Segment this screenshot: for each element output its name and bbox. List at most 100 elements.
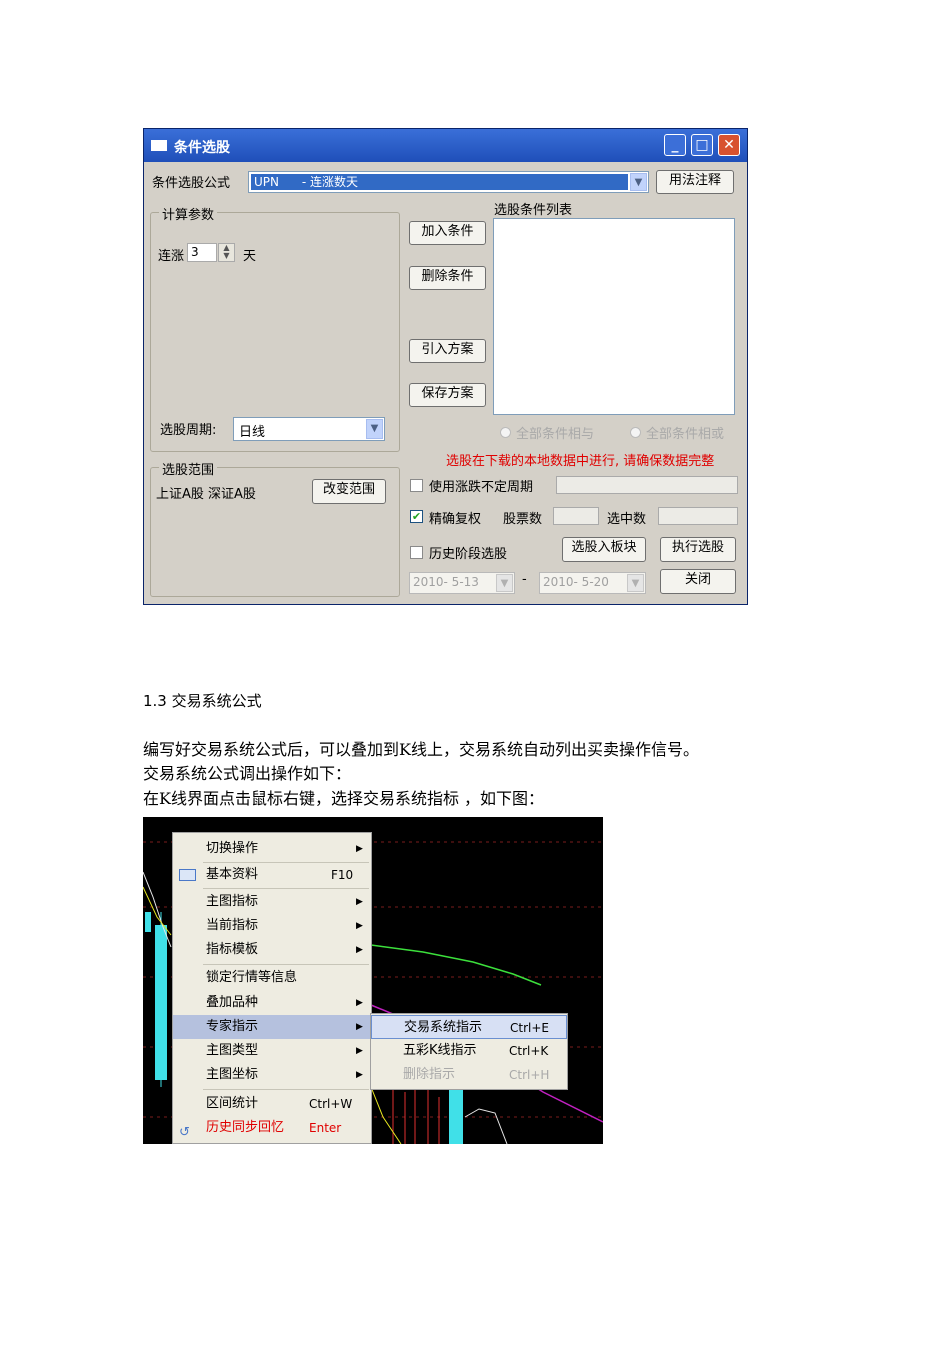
submenu-item-trading-system[interactable]: 交易系统指示 Ctrl+E (371, 1015, 567, 1039)
menu-item-indicator-template[interactable]: 指标模板 ▶ (173, 938, 371, 962)
menu-item-overlay[interactable]: 叠加品种 ▶ (173, 991, 371, 1015)
menu-item-label: 区间统计 (206, 1096, 259, 1111)
period-checkbox-label: 使用涨跌不定周期 (429, 480, 534, 495)
submenu-item-shortcut: Ctrl+H (509, 1068, 550, 1082)
execute-select-button[interactable]: 执行选股 (660, 537, 736, 562)
period-checkbox[interactable] (410, 479, 423, 492)
menu-separator (203, 1089, 369, 1090)
menu-item-label: 主图类型 (206, 1043, 259, 1058)
info-table-icon (179, 869, 196, 881)
stock-count-field (553, 507, 599, 525)
history-checkbox[interactable] (410, 546, 423, 559)
chevron-right-icon: ▶ (356, 998, 363, 1008)
period-select[interactable]: 日线 ▼ (233, 417, 385, 441)
radio-or[interactable] (630, 427, 641, 438)
menu-item-current-indicator[interactable]: 当前指标 ▶ (173, 914, 371, 938)
close-icon: ✕ (723, 137, 735, 153)
menu-item-label: 指标模板 (206, 942, 259, 957)
date-from-value: 2010- 5-13 (413, 575, 479, 589)
section-heading: 1.3 交易系统公式 (143, 692, 262, 710)
menu-item-shortcut: Enter (309, 1121, 342, 1135)
menu-item-shortcut: Ctrl+W (309, 1097, 353, 1111)
menu-item-main-indicator[interactable]: 主图指标 ▶ (173, 890, 371, 914)
maximize-button[interactable]: □ (691, 134, 713, 156)
submenu-item-color-kline[interactable]: 五彩K线指示 Ctrl+K (371, 1039, 567, 1063)
menu-separator (203, 964, 369, 965)
menu-item-label: 历史同步回忆 (206, 1120, 285, 1135)
usage-notes-button[interactable]: 用法注释 (656, 170, 734, 194)
menu-item-shortcut: F10 (331, 868, 354, 882)
radio-or-label: 全部条件相或 (646, 427, 725, 442)
history-recall-icon: ↺ (179, 1125, 190, 1140)
condition-select-window: 条件选股 _ □ ✕ 条件选股公式 UPN - 连涨数天 ▼ 用法注释 计算参数… (143, 128, 748, 605)
period-field[interactable] (556, 476, 738, 494)
menu-item-label: 叠加品种 (206, 995, 259, 1010)
menu-item-label: 切换操作 (206, 841, 259, 856)
param-unit: 天 (243, 249, 257, 264)
context-menu: 切换操作 ▶ 基本资料 F10 主图指标 ▶ 当前指标 ▶ 指标模板 ▶ 锁定行… (172, 832, 372, 1144)
chevron-down-icon[interactable]: ▼ (496, 574, 513, 592)
date-to-value: 2010- 5-20 (543, 575, 609, 589)
history-checkbox-label: 历史阶段选股 (429, 547, 508, 562)
params-group-title: 计算参数 (159, 204, 218, 223)
submenu-item-shortcut: Ctrl+K (509, 1044, 549, 1058)
to-block-button[interactable]: 选股入板块 (562, 537, 646, 562)
minimize-button[interactable]: _ (664, 134, 686, 156)
add-condition-button[interactable]: 加入条件 (409, 221, 486, 245)
date-separator: - (522, 572, 527, 587)
menu-item-lock-info[interactable]: 锁定行情等信息 (173, 966, 371, 990)
chevron-right-icon: ▶ (356, 897, 363, 907)
date-to[interactable]: 2010- 5-20 ▼ (539, 572, 646, 594)
chevron-right-icon: ▶ (356, 1022, 363, 1032)
param-spinner[interactable]: ▲ ▼ (218, 243, 235, 262)
paragraph-3: 在K线界面点击鼠标右键，选择交易系统指标 ，如下图： (143, 789, 545, 808)
delete-condition-button[interactable]: 删除条件 (409, 266, 486, 290)
chevron-down-icon[interactable]: ▼ (630, 173, 647, 191)
condition-list[interactable] (493, 218, 735, 415)
chevron-right-icon: ▶ (356, 1046, 363, 1056)
menu-item-axis[interactable]: 主图坐标 ▶ (173, 1063, 371, 1087)
submenu-item-label: 交易系统指示 (404, 1020, 483, 1035)
window-icon (151, 140, 167, 151)
formula-value: UPN - 连涨数天 (251, 174, 628, 190)
menu-item-expert[interactable]: 专家指示 ▶ (173, 1015, 371, 1039)
range-group-title: 选股范围 (159, 459, 218, 478)
chevron-down-icon[interactable]: ▼ (627, 574, 644, 592)
menu-separator (203, 888, 369, 889)
selected-count-field (658, 507, 738, 525)
menu-item-chart-type[interactable]: 主图类型 ▶ (173, 1039, 371, 1063)
window-title: 条件选股 (174, 140, 230, 156)
chevron-down-icon[interactable]: ▼ (366, 419, 383, 439)
menu-item-switch[interactable]: 切换操作 ▶ (173, 837, 371, 861)
radio-and[interactable] (500, 427, 511, 438)
range-value: 上证A股 深证A股 (156, 487, 256, 502)
param-label: 连涨 (158, 249, 185, 264)
formula-label: 条件选股公式 (152, 176, 231, 191)
submenu-item-label: 五彩K线指示 (403, 1043, 477, 1058)
menu-item-basic-info[interactable]: 基本资料 F10 (173, 863, 371, 887)
menu-item-label: 锁定行情等信息 (206, 970, 298, 985)
date-from[interactable]: 2010- 5-13 ▼ (409, 572, 515, 594)
period-label: 选股周期: (160, 423, 217, 438)
formula-select[interactable]: UPN - 连涨数天 ▼ (248, 171, 649, 193)
menu-item-range-stats[interactable]: 区间统计 Ctrl+W (173, 1092, 371, 1116)
adjust-checkbox[interactable]: ✔ (410, 510, 423, 523)
submenu-item-delete[interactable]: 删除指示 Ctrl+H (371, 1063, 567, 1087)
submenu-item-shortcut: Ctrl+E (510, 1021, 549, 1035)
close-button[interactable]: 关闭 (660, 569, 736, 594)
change-range-button[interactable]: 改变范围 (312, 479, 386, 504)
selected-count-label: 选中数 (607, 512, 647, 527)
maximize-icon: □ (695, 137, 709, 153)
condition-list-title: 选股条件列表 (494, 203, 573, 218)
menu-item-label: 专家指示 (206, 1019, 259, 1034)
title-bar: 条件选股 _ □ ✕ (144, 129, 747, 162)
import-plan-button[interactable]: 引入方案 (409, 339, 486, 363)
param-input[interactable]: 3 (187, 243, 217, 262)
submenu-item-label: 删除指示 (403, 1067, 456, 1082)
menu-item-label: 基本资料 (206, 867, 259, 882)
expert-submenu: 交易系统指示 Ctrl+E 五彩K线指示 Ctrl+K 删除指示 Ctrl+H (370, 1013, 568, 1090)
close-window-button[interactable]: ✕ (718, 134, 740, 156)
menu-item-history-recall[interactable]: ↺ 历史同步回忆 Enter (173, 1116, 371, 1140)
save-plan-button[interactable]: 保存方案 (409, 383, 486, 407)
menu-item-label: 主图指标 (206, 894, 259, 909)
